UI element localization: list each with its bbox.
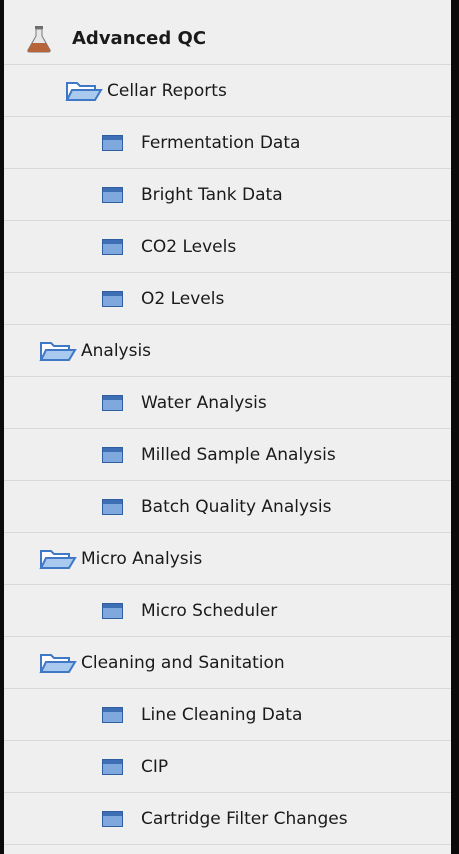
- open-folder-icon: [65, 79, 103, 103]
- item-bright-tank-data[interactable]: Bright Tank Data: [4, 169, 451, 221]
- item-line-cleaning-data[interactable]: Line Cleaning Data: [4, 689, 451, 741]
- folder-label: Cleaning and Sanitation: [81, 652, 285, 673]
- window-icon: [102, 706, 123, 723]
- window-icon: [102, 446, 123, 463]
- item-cartridge-filter-changes[interactable]: Cartridge Filter Changes: [4, 793, 451, 845]
- item-co2-levels[interactable]: CO2 Levels: [4, 221, 451, 273]
- item-label: Micro Scheduler: [141, 600, 278, 621]
- window-icon: [102, 394, 123, 411]
- window-icon: [102, 186, 123, 203]
- open-folder-icon: [39, 651, 77, 675]
- window-icon: [102, 758, 123, 775]
- item-o2-levels[interactable]: O2 Levels: [4, 273, 451, 325]
- item-fermentation-data[interactable]: Fermentation Data: [4, 117, 451, 169]
- item-milled-sample-analysis[interactable]: Milled Sample Analysis: [4, 429, 451, 481]
- folder-analysis[interactable]: Analysis: [4, 325, 451, 377]
- window-icon: [102, 290, 123, 307]
- tree-root-label: Advanced QC: [72, 28, 207, 49]
- item-micro-scheduler[interactable]: Micro Scheduler: [4, 585, 451, 637]
- open-folder-icon: [39, 339, 77, 363]
- tree-panel: Advanced QC Cellar Reports Fermentation …: [4, 0, 451, 854]
- window-icon: [102, 602, 123, 619]
- item-label: Cartridge Filter Changes: [141, 808, 348, 829]
- window-icon: [102, 238, 123, 255]
- window-icon: [102, 810, 123, 827]
- item-label: Batch Quality Analysis: [141, 496, 332, 517]
- item-batch-quality-analysis[interactable]: Batch Quality Analysis: [4, 481, 451, 533]
- item-label: CO2 Levels: [141, 236, 237, 257]
- item-label: CIP: [141, 756, 169, 777]
- item-label: O2 Levels: [141, 288, 225, 309]
- folder-label: Micro Analysis: [81, 548, 203, 569]
- window-icon: [102, 134, 123, 151]
- folder-cellar-reports[interactable]: Cellar Reports: [4, 65, 451, 117]
- right-border: [451, 0, 459, 854]
- open-folder-icon: [39, 547, 77, 571]
- item-label: Line Cleaning Data: [141, 704, 303, 725]
- folder-cleaning-and-sanitation[interactable]: Cleaning and Sanitation: [4, 637, 451, 689]
- folder-label: Cellar Reports: [107, 80, 227, 101]
- item-label: Fermentation Data: [141, 132, 301, 153]
- item-label: Water Analysis: [141, 392, 267, 413]
- tree-root-advanced-qc[interactable]: Advanced QC: [4, 13, 451, 65]
- item-cip[interactable]: CIP: [4, 741, 451, 793]
- item-water-analysis[interactable]: Water Analysis: [4, 377, 451, 429]
- flask-icon: [26, 25, 52, 53]
- folder-label: Analysis: [81, 340, 152, 361]
- folder-micro-analysis[interactable]: Micro Analysis: [4, 533, 451, 585]
- item-label: Bright Tank Data: [141, 184, 283, 205]
- window-icon: [102, 498, 123, 515]
- item-label: Milled Sample Analysis: [141, 444, 336, 465]
- navigation-panel-frame: Advanced QC Cellar Reports Fermentation …: [0, 0, 459, 854]
